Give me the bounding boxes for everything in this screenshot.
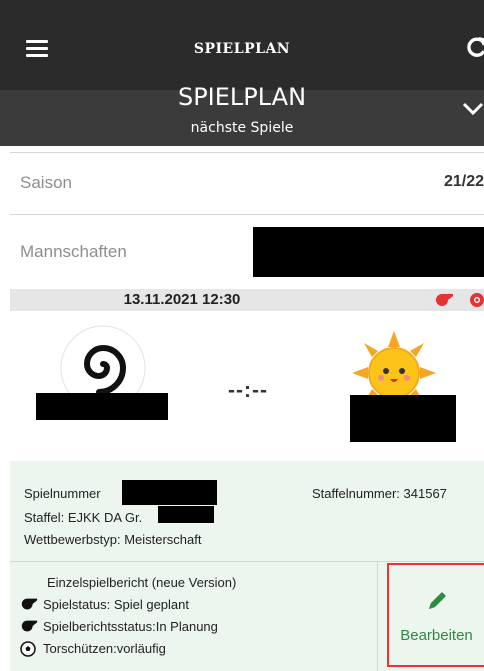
saison-label: Saison: [20, 173, 72, 192]
top-app-bar: SPIELPLAN: [0, 0, 484, 90]
football-icon: [20, 641, 36, 657]
wettbewerbstyp: Wettbewerbstyp: Meisterschaft: [24, 532, 202, 547]
redacted-staffel: [158, 506, 214, 523]
card-pointer: [248, 448, 274, 461]
redacted-home-team: [36, 393, 168, 420]
match-datetime: 13.11.2021 12:30: [123, 291, 241, 308]
saison-row[interactable]: Saison 21/22: [10, 152, 484, 214]
spielstatus: Spielstatus: Spiel geplant: [43, 597, 189, 612]
redacted-away-team: [350, 395, 456, 442]
football-icon: [470, 293, 484, 307]
chevron-down-icon[interactable]: [462, 102, 484, 116]
torschuetzen: Torschützen:vorläufig: [43, 641, 166, 656]
mannschaften-label: Mannschaften: [20, 242, 127, 261]
page-header: SPIELPLAN nächste Spiele: [0, 83, 484, 146]
whistle-icon: [21, 620, 38, 632]
edit-button[interactable]: Bearbeiten: [387, 563, 484, 667]
app-title: SPIELPLAN: [193, 41, 291, 57]
spielberichtsstatus: Spielberichtsstatus:In Planung: [43, 619, 218, 634]
match-details: Spielnummer Staffelnummer: 341567 Staffe…: [10, 461, 484, 561]
match-score: --:--: [228, 379, 268, 402]
match-date-strip: 13.11.2021 12:30: [10, 289, 484, 311]
whistle-icon: [436, 294, 453, 306]
page-title: SPIELPLAN: [177, 83, 307, 111]
redacted-team-name: [253, 227, 484, 277]
whistle-icon: [21, 598, 38, 610]
report-title: Einzelspielbericht (neue Version): [47, 575, 237, 590]
match-card[interactable]: --:--: [10, 311, 484, 461]
refresh-icon[interactable]: [466, 34, 484, 60]
divider: [377, 562, 378, 671]
redacted-spielnummer: [122, 480, 217, 505]
page-subtitle: nächste Spiele: [190, 120, 294, 136]
spielnummer-label: Spielnummer: [24, 486, 101, 501]
mannschaften-row[interactable]: Mannschaften: [10, 214, 484, 289]
staffelnummer: Staffelnummer: 341567: [312, 486, 447, 501]
report-section: Einzelspielbericht (neue Version) Spiels…: [10, 561, 484, 671]
edit-button-label: Bearbeiten: [400, 627, 473, 644]
saison-value: 21/22: [443, 173, 484, 190]
pencil-icon: [429, 592, 446, 609]
staffel: Staffel: EJKK DA Gr.: [24, 510, 143, 525]
